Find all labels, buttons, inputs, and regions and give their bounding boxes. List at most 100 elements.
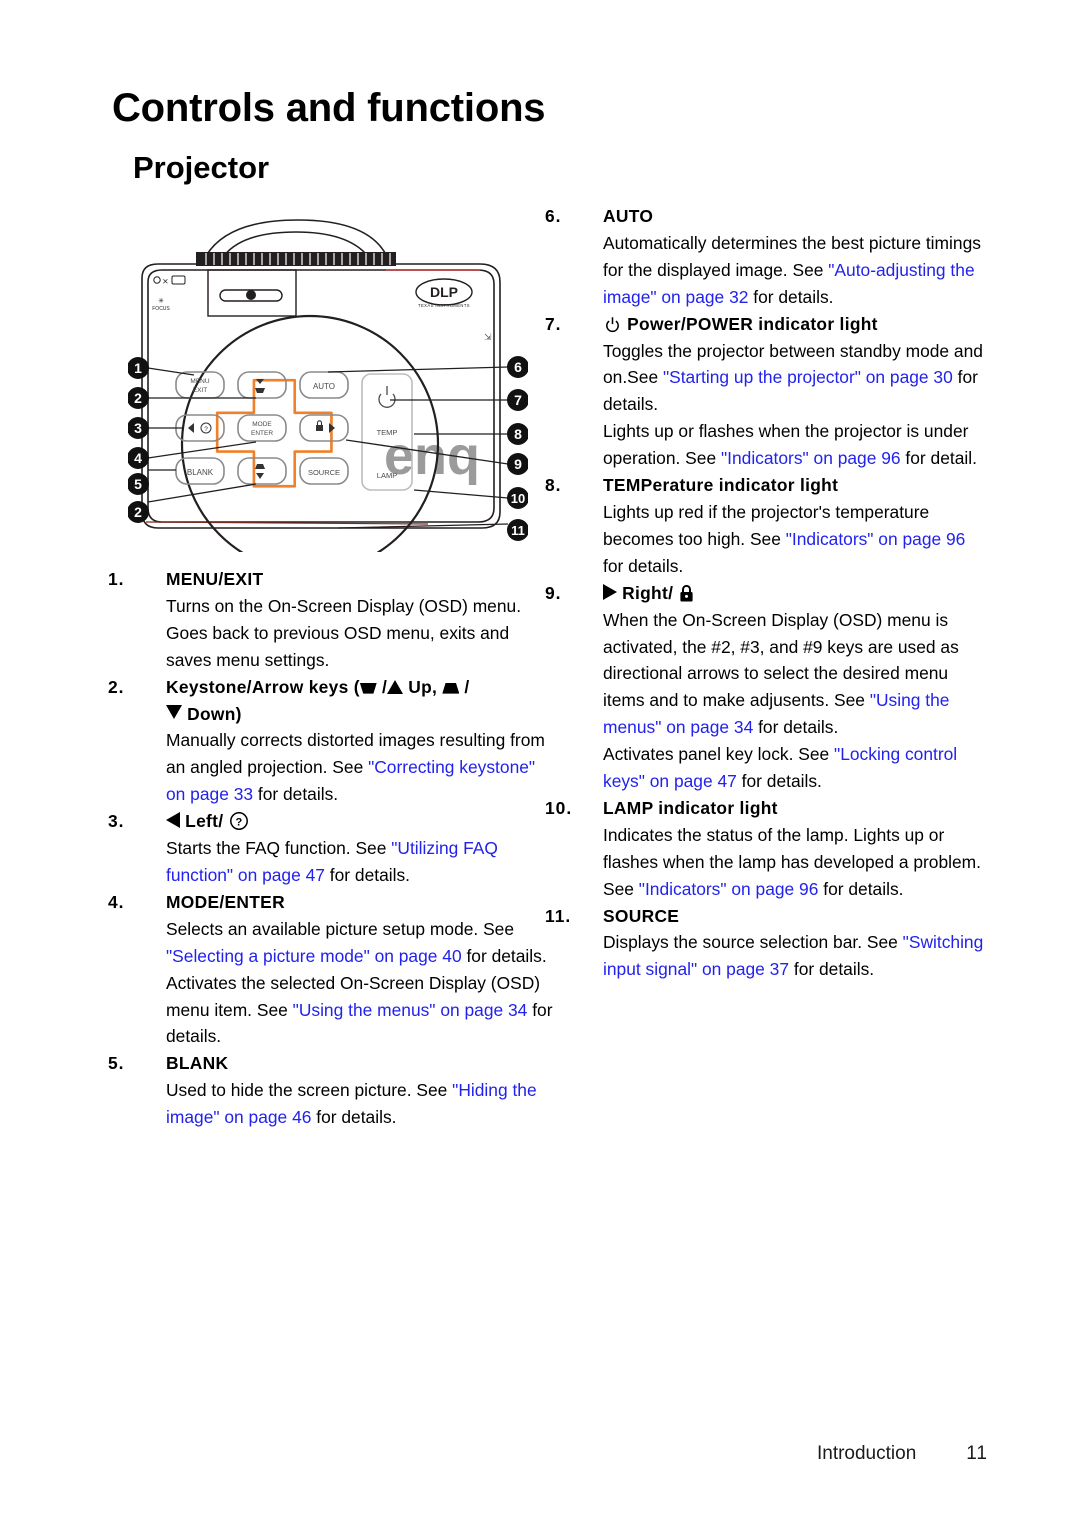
desc-text-tail: for details. xyxy=(461,945,547,966)
link-starting-up-the-projector[interactable]: "Starting up the projector" on page 30 xyxy=(663,367,953,387)
svg-text:1: 1 xyxy=(134,360,142,376)
desc-text-tail: for details. xyxy=(253,784,339,805)
desc-text-tail: for details. xyxy=(736,771,822,792)
list-item-temperature: 8. TEMPerature indicator light Lights up… xyxy=(545,472,985,580)
desc-text-tail: for details. xyxy=(324,864,411,885)
item-title-lamp: LAMP indicator light xyxy=(603,797,778,818)
page-footer: Introduction 11 xyxy=(0,1443,1080,1465)
svg-text:9: 9 xyxy=(514,456,522,472)
svg-text:⨯: ⨯ xyxy=(162,277,169,286)
list-item-source: 11. SOURCE Displays the source selection… xyxy=(545,903,985,984)
item-desc: Indicates the status of the lamp. Lights… xyxy=(603,822,985,903)
svg-text:BLANK: BLANK xyxy=(187,468,214,477)
link-indicators-96-a[interactable]: "Indicators" on page 96 xyxy=(721,448,901,468)
item-title-auto: AUTO xyxy=(603,206,654,226)
keypad: MENU EXIT AUTO ? MODE ENTER BLANK SOURCE xyxy=(175,371,349,485)
svg-text:TEXAS INSTRUMENTS: TEXAS INSTRUMENTS xyxy=(418,303,470,308)
key-keystone-down xyxy=(237,457,287,485)
item-desc-2: Lights up or flashes when the projector … xyxy=(603,418,985,472)
keystone-down-label: Down) xyxy=(187,703,242,724)
item-title-left: Left/ ? xyxy=(166,808,556,835)
svg-text:7: 7 xyxy=(514,392,522,408)
dlp-logo: DLP TEXAS INSTRUMENTS xyxy=(415,278,473,308)
desc-text-tail: for details. xyxy=(311,1107,397,1128)
desc-text: Starts the FAQ function. See xyxy=(166,838,392,859)
item-title-temperature: TEMPerature indicator light xyxy=(603,475,839,496)
key-source: SOURCE xyxy=(299,457,349,485)
svg-text:2: 2 xyxy=(134,390,142,406)
item-number: 1. xyxy=(108,569,125,589)
list-item-keystone: 2. Keystone/Arrow keys ( / Up, / Down) M… xyxy=(108,674,556,809)
item-number: 10. xyxy=(545,797,573,818)
link-indicators-96-c[interactable]: "Indicators" on page 96 xyxy=(639,879,819,899)
item-title-mode-enter: MODE/ENTER xyxy=(166,891,285,912)
list-item-left-faq: 3. Left/ ? Starts the FAQ function. See … xyxy=(108,808,556,889)
keystone-down-trapezoid-icon xyxy=(359,682,377,694)
item-title-power: Power/POWER indicator light xyxy=(603,311,985,338)
item-title-right: Right/ xyxy=(603,580,985,607)
list-item-lamp: 10. LAMP indicator light Indicates the s… xyxy=(545,795,985,903)
keystone-title-prefix: Keystone/Arrow keys ( xyxy=(166,676,360,697)
desc-text-tail: for details. xyxy=(753,717,839,738)
svg-text:MODE: MODE xyxy=(252,421,272,428)
item-number: 7. xyxy=(545,313,562,334)
item-number: 2. xyxy=(108,676,125,697)
link-using-the-menus[interactable]: "Using the menus" on page 34 xyxy=(293,1000,528,1020)
triangle-up-icon xyxy=(387,679,404,694)
svg-text:SOURCE: SOURCE xyxy=(308,468,340,477)
item-desc-1: When the On-Screen Display (OSD) menu is… xyxy=(603,607,985,742)
triangle-right-icon xyxy=(603,583,617,600)
keystone-up-trapezoid-icon xyxy=(442,682,460,694)
link-indicators-96-b[interactable]: "Indicators" on page 96 xyxy=(786,529,966,549)
item-desc-2: Activates panel key lock. See "Locking c… xyxy=(603,741,985,795)
desc-text-tail: for details. xyxy=(603,555,684,576)
svg-text:4: 4 xyxy=(134,450,142,466)
projector-top-view-diagram: ⨯ ✳ FOCUS DLP TEXAS INSTRUMENTS ⇲ enq ME… xyxy=(128,212,528,552)
list-item-mode-enter: 4. MODE/ENTER Selects an available pictu… xyxy=(108,889,556,1050)
list-item-auto: 6. AUTO Automatically determines the bes… xyxy=(545,203,985,311)
svg-text:EXIT: EXIT xyxy=(193,387,207,394)
svg-text:AUTO: AUTO xyxy=(313,382,335,391)
list-item-right-lock: 9. Right/ When the On-Screen Display (OS… xyxy=(545,580,985,795)
item-number: 4. xyxy=(108,891,125,912)
right-key-label: Right/ xyxy=(622,582,674,603)
triangle-down-icon xyxy=(166,704,182,719)
item-title-keystone: Keystone/Arrow keys ( / Up, / Down) xyxy=(166,676,470,724)
item-desc-2: Activates the selected On-Screen Display… xyxy=(166,970,556,1051)
right-text-column: 6. AUTO Automatically determines the bes… xyxy=(545,203,985,983)
link-selecting-picture-mode[interactable]: "Selecting a picture mode" on page 40 xyxy=(166,946,462,966)
item-desc: Manually corrects distorted images resul… xyxy=(166,727,556,808)
key-mode-enter: MODE ENTER xyxy=(237,414,287,442)
item-number: 3. xyxy=(108,811,125,832)
power-icon xyxy=(606,316,619,332)
focus-label: FOCUS xyxy=(152,306,170,312)
list-item-power: 7. Power/POWER indicator light Toggles t… xyxy=(545,311,985,472)
item-number: 11. xyxy=(545,905,572,926)
benq-watermark: enq xyxy=(384,426,480,486)
item-desc: Used to hide the screen picture. See "Hi… xyxy=(166,1077,556,1131)
lamp-indicator-label: LAMP xyxy=(377,471,397,480)
desc-text-tail: for details. xyxy=(789,959,875,980)
footer-section-label: Introduction xyxy=(816,1443,917,1464)
item-number: 8. xyxy=(545,475,562,496)
svg-text:MENU: MENU xyxy=(190,378,209,385)
item-desc: Lights up red if the projector's tempera… xyxy=(603,499,985,580)
desc-text-tail: for details. xyxy=(748,286,834,307)
power-title-label: Power/POWER indicator light xyxy=(627,313,878,334)
key-right-lock xyxy=(299,414,349,442)
item-desc: Starts the FAQ function. See "Utilizing … xyxy=(166,835,556,889)
key-menu-exit: MENU EXIT xyxy=(175,371,225,399)
footer-page-number: 11 xyxy=(966,1443,988,1464)
temp-indicator-label: TEMP xyxy=(377,428,398,437)
svg-text:10: 10 xyxy=(511,491,525,506)
key-auto: AUTO xyxy=(299,371,349,399)
left-text-column: 1. MENU/EXIT Turns on the On-Screen Disp… xyxy=(108,566,556,1131)
page-title: Controls and functions xyxy=(112,86,546,130)
svg-text:11: 11 xyxy=(511,523,525,538)
desc-text: Activates panel key lock. See xyxy=(603,744,835,765)
item-desc: Automatically determines the best pictur… xyxy=(603,230,985,311)
item-title-blank: BLANK xyxy=(166,1053,229,1074)
desc-text-tail: for details. xyxy=(818,878,904,899)
triangle-left-icon xyxy=(166,812,180,829)
svg-text:3: 3 xyxy=(134,420,142,436)
